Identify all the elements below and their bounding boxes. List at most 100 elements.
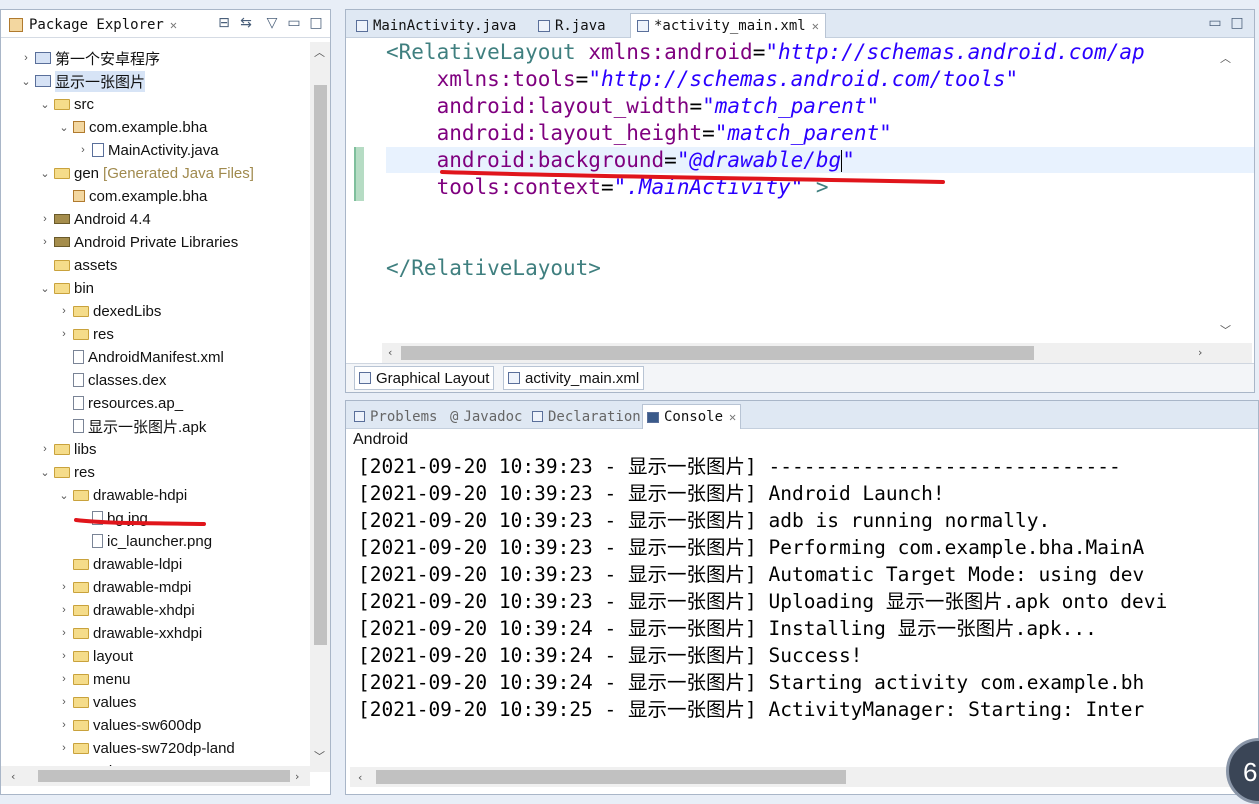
- scroll-up-icon[interactable]: ︿: [1220, 50, 1231, 66]
- tree-item[interactable]: ⌄ drawable-hdpi: [57, 484, 187, 506]
- scroll-down-icon[interactable]: ﹀: [1220, 322, 1231, 338]
- minimize-icon[interactable]: ▭: [1206, 14, 1224, 32]
- maximize-icon[interactable]: □: [307, 14, 325, 32]
- tree-item-label: values-sw720dp-land: [93, 739, 235, 757]
- tab-problems[interactable]: Problems: [350, 404, 441, 429]
- chevron-right-icon[interactable]: ›: [57, 328, 71, 340]
- view-menu-icon[interactable]: ▽: [263, 14, 281, 32]
- tab-declaration[interactable]: Declaration: [528, 404, 645, 429]
- chevron-down-icon[interactable]: ⌄: [19, 75, 33, 88]
- chevron-right-icon[interactable]: ›: [57, 696, 71, 708]
- tree-item[interactable]: › drawable-xxhdpi: [57, 622, 202, 644]
- console-icon: [647, 411, 659, 423]
- chevron-right-icon[interactable]: ›: [57, 719, 71, 731]
- tree-item-label: drawable-mdpi: [93, 578, 192, 596]
- close-icon[interactable]: ✕: [729, 410, 736, 424]
- chevron-right-icon[interactable]: ›: [76, 144, 90, 156]
- close-icon[interactable]: ✕: [170, 18, 177, 32]
- scroll-right-icon[interactable]: ›: [1198, 346, 1202, 359]
- scroll-left-icon[interactable]: ‹: [358, 771, 362, 784]
- tree-item[interactable]: AndroidManifest.xml: [57, 346, 224, 368]
- chevron-right-icon[interactable]: ›: [57, 673, 71, 685]
- tree-item-label: drawable-xhdpi: [93, 601, 195, 619]
- console-output[interactable]: [2021-09-20 10:39:23 - 显示一张图片] ---------…: [358, 453, 1258, 763]
- chevron-right-icon[interactable]: ›: [19, 52, 33, 64]
- tree-item[interactable]: › libs: [38, 438, 96, 460]
- chevron-right-icon[interactable]: ›: [57, 581, 71, 593]
- tab-graphical-layout[interactable]: Graphical Layout: [354, 366, 495, 390]
- tree-item[interactable]: drawable-ldpi: [57, 553, 182, 575]
- chevron-down-icon[interactable]: ⌄: [38, 98, 52, 111]
- tree-item[interactable]: › values: [57, 691, 136, 713]
- scroll-down-icon[interactable]: ﹀: [314, 748, 325, 764]
- package-explorer-tab[interactable]: Package Explorer ✕: [9, 13, 177, 37]
- tree-item[interactable]: ⌄ com.example.bha: [57, 116, 207, 138]
- tree-item[interactable]: ⌄ bin: [38, 277, 94, 299]
- tree-item[interactable]: assets: [38, 254, 117, 276]
- tree-item[interactable]: › MainActivity.java: [76, 139, 218, 161]
- minimize-icon[interactable]: ▭: [285, 14, 303, 32]
- tree-item[interactable]: › values-sw720dp-land: [57, 737, 235, 759]
- tree-item[interactable]: com.example.bha: [57, 185, 207, 207]
- chevron-right-icon[interactable]: ›: [57, 305, 71, 317]
- folder-icon: [73, 673, 89, 685]
- tab-javadoc[interactable]: @ Javadoc: [446, 404, 526, 429]
- scroll-up-icon[interactable]: ︿: [314, 44, 325, 60]
- chevron-down-icon[interactable]: ⌄: [57, 489, 71, 502]
- scroll-left-icon[interactable]: ‹: [388, 346, 392, 359]
- tree-item[interactable]: resources.ap_: [57, 392, 183, 414]
- tree-item[interactable]: ⌄ res: [38, 461, 94, 483]
- xml-attribute: xmlns:tools: [436, 67, 576, 91]
- editor-horizontal-scroll-thumb[interactable]: [401, 346, 1034, 360]
- tree-item[interactable]: ⌄ 显示一张图片: [19, 70, 146, 92]
- tree-item[interactable]: ⌄ gen [Generated Java Files]: [38, 162, 254, 184]
- link-with-editor-icon[interactable]: ⇆: [237, 14, 255, 32]
- package-explorer-icon: [9, 18, 23, 32]
- tree-item[interactable]: › drawable-mdpi: [57, 576, 191, 598]
- tree-item[interactable]: › res: [57, 323, 114, 345]
- file-icon: [73, 373, 84, 387]
- chevron-right-icon[interactable]: ›: [57, 742, 71, 754]
- scroll-left-icon[interactable]: ‹: [11, 770, 15, 783]
- tree-item[interactable]: › Android 4.4: [38, 208, 151, 230]
- tree-item[interactable]: 显示一张图片.apk: [57, 415, 206, 437]
- chevron-right-icon[interactable]: ›: [38, 213, 52, 225]
- scroll-right-icon[interactable]: ›: [295, 770, 299, 783]
- chevron-right-icon[interactable]: ›: [38, 443, 52, 455]
- tree-horizontal-scroll-thumb[interactable]: [38, 770, 290, 782]
- collapse-all-icon[interactable]: ⊟: [215, 14, 233, 32]
- tree-item[interactable]: classes.dex: [57, 369, 166, 391]
- chevron-down-icon[interactable]: ⌄: [57, 121, 71, 134]
- chevron-right-icon[interactable]: ›: [57, 604, 71, 616]
- tree-item[interactable]: ic_launcher.png: [76, 530, 212, 552]
- tree-item[interactable]: › drawable-xhdpi: [57, 599, 195, 621]
- tree-item-label: gen: [74, 164, 100, 182]
- tree-item[interactable]: › layout: [57, 645, 133, 667]
- editor-tab-activity-main[interactable]: *activity_main.xml ✕: [630, 13, 826, 38]
- tree-item[interactable]: › 第一个安卓程序: [19, 47, 160, 69]
- tree-item[interactable]: › dexedLibs: [57, 300, 161, 322]
- editor-tab-mainactivity[interactable]: MainActivity.java: [350, 13, 522, 38]
- tree-item[interactable]: › menu: [57, 668, 130, 690]
- tab-activity-main-xml[interactable]: activity_main.xml: [503, 366, 645, 390]
- editor-tab-r-java[interactable]: R.java: [532, 13, 612, 38]
- chevron-right-icon[interactable]: ›: [38, 236, 52, 248]
- tree-item[interactable]: › values-sw600dp: [57, 714, 201, 736]
- chevron-right-icon[interactable]: ›: [57, 650, 71, 662]
- chevron-down-icon[interactable]: ⌄: [38, 167, 52, 180]
- tree-item[interactable]: ⌄ src: [38, 93, 94, 115]
- tree-vertical-scroll-thumb[interactable]: [314, 85, 327, 645]
- editor-mode-tabs: Graphical Layout activity_main.xml: [346, 363, 1254, 392]
- chevron-down-icon[interactable]: ⌄: [38, 282, 52, 295]
- tree-item[interactable]: › Android Private Libraries: [38, 231, 238, 253]
- chevron-right-icon[interactable]: ›: [57, 627, 71, 639]
- console-horizontal-scroll-thumb[interactable]: [376, 770, 846, 784]
- chevron-down-icon[interactable]: ⌄: [38, 466, 52, 479]
- close-icon[interactable]: ✕: [812, 19, 819, 33]
- xml-equals: =: [752, 40, 766, 64]
- console-line: [2021-09-20 10:39:23 - 显示一张图片] Uploading…: [358, 590, 1168, 613]
- folder-icon: [73, 650, 89, 662]
- annotation-underline-bg-jpg: [74, 518, 206, 526]
- tab-console[interactable]: Console ✕: [642, 404, 742, 429]
- maximize-icon[interactable]: □: [1228, 14, 1246, 32]
